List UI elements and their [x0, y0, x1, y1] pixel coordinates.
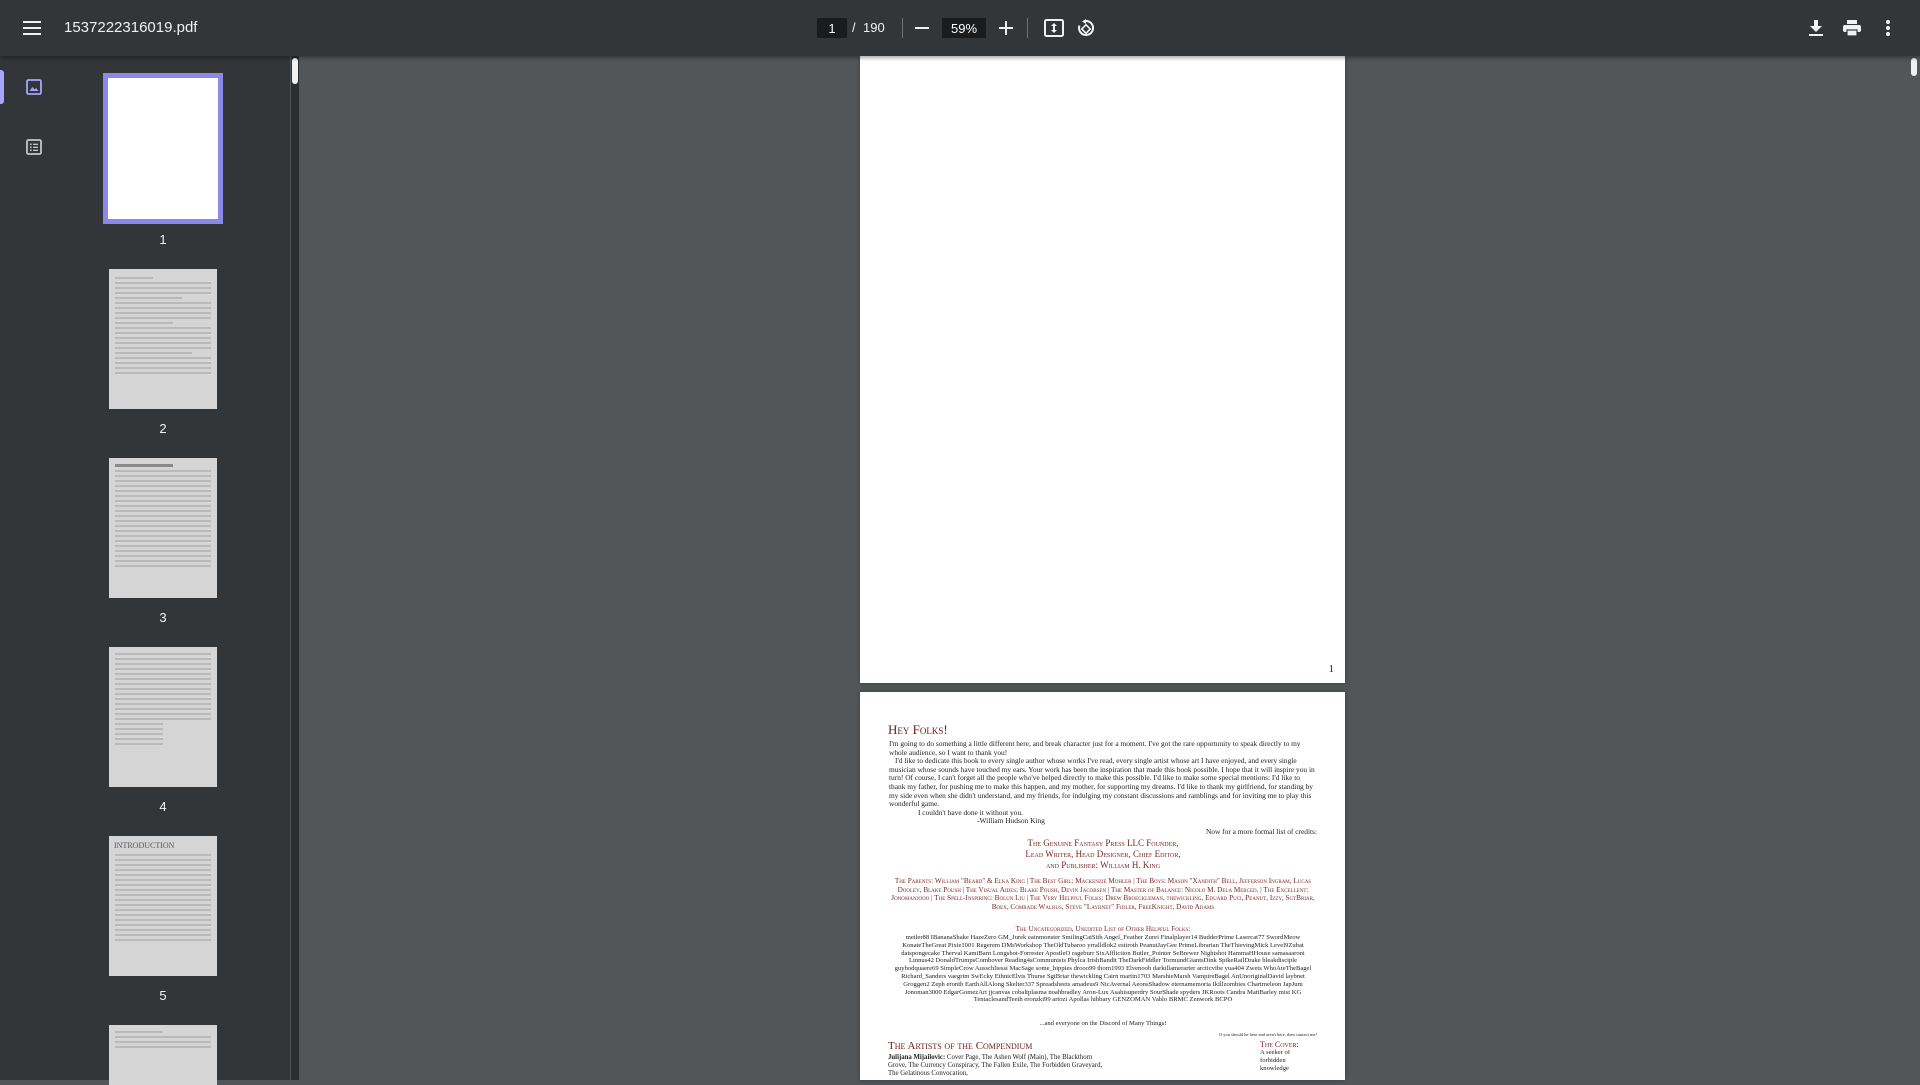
cover-heading: The Cover: — [1260, 1040, 1299, 1049]
print-icon[interactable] — [1838, 14, 1866, 42]
zoom-out-icon[interactable] — [908, 14, 936, 42]
thumbnail-sidebar: 1 2 3 4 INTRODUCTION 5 — [0, 56, 290, 1085]
credits-heading-line: and Publisher: William H. King — [1045, 860, 1161, 870]
thumbnail-label: 3 — [159, 610, 167, 625]
sidebar-view-switcher — [0, 56, 68, 1080]
artist-entry: Julijana Mijailovic: Cover Page, The Ash… — [888, 1054, 1103, 1079]
thumbnail-label: 1 — [159, 232, 167, 247]
credits-heading: The Genuine Fantasy Press LLC Founder, L… — [889, 838, 1317, 871]
rotate-icon[interactable] — [1072, 14, 1100, 42]
thumbnail-page-1[interactable] — [103, 73, 223, 224]
thumbnail-label: 5 — [159, 988, 167, 1003]
pdf-page-2: Hey Folks! I'm going to do something a l… — [860, 692, 1345, 1080]
zoom-level-input[interactable] — [942, 18, 986, 38]
page-separator: / — [852, 20, 856, 35]
cover-note: The Cover: A seeker of forbidden knowled… — [1260, 1040, 1320, 1073]
intro-paragraph: I'm going to do something a little diffe… — [889, 739, 1301, 757]
thumbnail-heading: INTRODUCTION — [114, 841, 175, 850]
thumbnail-page-6[interactable] — [109, 1025, 217, 1085]
uncategorized-list: metler88 IBananaShake HazeZero GM_Jurek … — [894, 934, 1312, 1004]
credits-intro: Now for a more formal list of credits: — [1205, 826, 1317, 836]
thumbnail-label: 4 — [159, 799, 167, 814]
credits-heading-line: The Genuine Fantasy Press LLC Founder, — [1027, 838, 1179, 848]
pdf-toolbar: 1537222316019.pdf / 190 — [0, 0, 1920, 56]
intro-paragraph: I'd like to dedicate this book to every … — [889, 756, 1315, 809]
everyone-line: ...and everyone on the Discord of Many T… — [1039, 1020, 1167, 1027]
pdf-page-1: 1 — [860, 56, 1345, 683]
thumbnail-page-3[interactable] — [109, 458, 217, 598]
artist-name: Julijana Mijailovic: — [888, 1054, 946, 1061]
intro-text: I'm going to do something a little diffe… — [889, 739, 1317, 837]
menu-icon[interactable] — [18, 14, 46, 42]
credits-heading-line: Lead Writer, Head Designer, Chief Editor… — [1025, 849, 1181, 859]
intro-paragraph: I couldn't have done it without you. — [918, 807, 1023, 817]
signature: -William Hudson King — [977, 816, 1045, 826]
artists-heading: The Artists of the Compendium — [888, 1040, 1033, 1052]
download-icon[interactable] — [1802, 14, 1830, 42]
zoom-in-icon[interactable] — [992, 14, 1020, 42]
uncategorized-heading: The Uncategorized, Unedited List of Othe… — [1015, 925, 1191, 933]
footnote: If you should be here and aren't here, t… — [1219, 1032, 1317, 1037]
cover-text: A seeker of forbidden knowledge — [1260, 1049, 1291, 1072]
document-title: 1537222316019.pdf — [64, 19, 198, 36]
active-view-indicator — [0, 70, 4, 104]
document-scroll-thumb[interactable] — [1911, 58, 1917, 76]
thumbnail-label: 2 — [159, 421, 167, 436]
more-vert-icon[interactable] — [1874, 14, 1902, 42]
thumbnail-page-5[interactable]: INTRODUCTION — [109, 836, 217, 976]
page-number-input[interactable] — [817, 18, 847, 38]
page-number: 1 — [1328, 663, 1335, 675]
thumbnail-view-icon[interactable] — [22, 75, 46, 99]
outline-view-icon[interactable] — [22, 135, 46, 159]
sidebar-scrollbar[interactable] — [291, 56, 299, 1080]
fit-page-icon[interactable] — [1040, 14, 1068, 42]
page-heading: Hey Folks! — [888, 722, 948, 737]
toolbar-divider — [902, 18, 903, 38]
thumbnail-list: 1 2 3 4 INTRODUCTION 5 — [68, 56, 290, 1085]
toolbar-divider — [1027, 18, 1028, 38]
thumbnail-page-2[interactable] — [109, 269, 217, 409]
document-scrollbar[interactable] — [1908, 56, 1920, 1080]
thumbnail-page-4[interactable] — [109, 647, 217, 787]
page-total: 190 — [863, 20, 885, 35]
sidebar-scroll-thumb[interactable] — [292, 58, 298, 84]
credits-people: The Parents: William "Beard" & Elka King… — [891, 877, 1315, 911]
